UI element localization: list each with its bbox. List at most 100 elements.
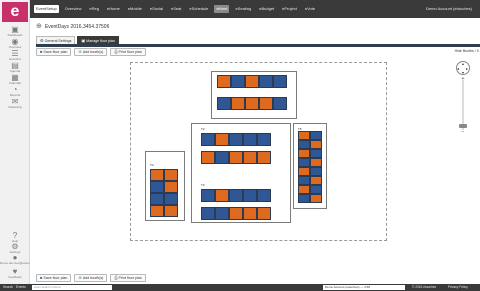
booth[interactable] — [273, 75, 287, 88]
zoom-slider-handle[interactable] — [459, 124, 467, 128]
booth-row-top-2[interactable] — [217, 97, 287, 110]
booth[interactable] — [164, 193, 178, 205]
app-logo[interactable]: e — [2, 2, 28, 22]
booth[interactable] — [229, 207, 243, 220]
rail-item-calendar[interactable]: ▦ Calendar — [0, 74, 30, 86]
top-nav-item[interactable]: eProject — [280, 5, 299, 13]
rail-item-eventlist[interactable]: ☰ Eventlist — [0, 50, 30, 62]
booth[interactable] — [259, 97, 273, 110]
booth-row-mid-2[interactable] — [201, 151, 271, 164]
top-nav-item[interactable]: eBudget — [257, 5, 276, 13]
account-select[interactable]: Demo Account (etouches) — 3.68 — [323, 285, 405, 290]
booth[interactable] — [217, 75, 231, 88]
booth[interactable] — [164, 205, 178, 217]
pan-up-icon[interactable]: ▴ — [462, 62, 464, 66]
top-nav-item[interactable]: eSeat — [169, 5, 183, 13]
booth[interactable] — [231, 75, 245, 88]
pan-right-icon[interactable]: ▸ — [466, 67, 468, 71]
plus-circle-icon[interactable]: ⊕ — [36, 22, 42, 31]
booth[interactable] — [215, 151, 229, 164]
booth[interactable] — [243, 207, 257, 220]
hide-booths-toggle[interactable]: Hide Booths / X — [455, 48, 479, 54]
top-nav-item[interactable]: eSchedule — [187, 5, 210, 13]
top-nav-item[interactable]: eVote — [303, 5, 317, 13]
booth[interactable] — [298, 194, 310, 203]
booth-col-left-2[interactable] — [164, 169, 178, 217]
booth[interactable] — [310, 194, 322, 203]
booth[interactable] — [164, 181, 178, 193]
add-booths-button[interactable]: ⊕Add booth(s) — [74, 48, 108, 56]
booth[interactable] — [243, 189, 257, 202]
booth[interactable] — [257, 207, 271, 220]
booth-col-right-2[interactable] — [310, 131, 322, 203]
booth[interactable] — [150, 181, 164, 193]
print-floor-plan-button-bottom[interactable]: ⎙Print floor plan — [110, 274, 146, 282]
booth[interactable] — [243, 133, 257, 146]
booth[interactable] — [298, 176, 310, 185]
booth[interactable] — [298, 185, 310, 194]
booth[interactable] — [259, 75, 273, 88]
rail-item-overview[interactable]: ◉ Overview — [0, 38, 30, 50]
booth[interactable] — [231, 97, 245, 110]
booth[interactable] — [229, 151, 243, 164]
print-floor-plan-button[interactable]: ⎙Print floor plan — [110, 48, 146, 56]
booth[interactable] — [201, 133, 215, 146]
booth[interactable] — [150, 193, 164, 205]
booth[interactable] — [245, 97, 259, 110]
top-nav-item[interactable]: eMeet — [214, 5, 230, 13]
booth[interactable] — [229, 189, 243, 202]
booth[interactable] — [310, 185, 322, 194]
rail-item-marketing[interactable]: ✉ Marketing — [0, 98, 30, 110]
booth[interactable] — [257, 189, 271, 202]
top-nav-item[interactable]: eMobile — [126, 5, 144, 13]
booth[interactable] — [257, 133, 271, 146]
booth-row-low-1[interactable] — [201, 189, 271, 202]
booth[interactable] — [150, 169, 164, 181]
pan-control[interactable]: ▴ ▾ ◂ ▸ — [456, 61, 470, 75]
tab-general-settings[interactable]: ⚙General Settings — [36, 36, 76, 44]
footer-search-input[interactable]: enter search criteria — [32, 285, 112, 290]
pan-left-icon[interactable]: ◂ — [457, 67, 459, 71]
account-menu[interactable]: Demo Account (etouches) — [426, 5, 472, 13]
booth-row-low-2[interactable] — [201, 207, 271, 220]
booth[interactable] — [298, 149, 310, 158]
privacy-link[interactable]: Privacy Policy — [448, 284, 468, 291]
tab-manage-floor-plan[interactable]: ▣Manage floor plan — [77, 36, 119, 44]
rail-item-agenda[interactable]: ▤ Agenda — [0, 62, 30, 74]
save-floor-plan-button[interactable]: ■Save floor plan — [36, 48, 72, 56]
zoom-slider-track[interactable] — [462, 80, 464, 130]
pan-down-icon[interactable]: ▾ — [462, 71, 464, 75]
booth[interactable] — [310, 176, 322, 185]
booth[interactable] — [298, 158, 310, 167]
booth[interactable] — [229, 133, 243, 146]
booth[interactable] — [215, 189, 229, 202]
booth[interactable] — [298, 167, 310, 176]
booth-col-right-1[interactable] — [298, 131, 310, 203]
zoom-out-button[interactable]: − — [459, 129, 467, 135]
rail-item-user[interactable]: ● Demo.dev dev@etouches.com — [0, 254, 30, 266]
booth[interactable] — [298, 140, 310, 149]
rail-item-reports[interactable]: ◔ Reports — [0, 86, 30, 98]
booth[interactable] — [201, 189, 215, 202]
booth[interactable] — [150, 205, 164, 217]
top-nav-item[interactable]: eHome — [105, 5, 122, 13]
booth[interactable] — [243, 151, 257, 164]
booth[interactable] — [164, 169, 178, 181]
top-nav-item[interactable]: eSocial — [148, 5, 165, 13]
booth-row-mid-1[interactable] — [201, 133, 271, 146]
top-nav-item[interactable]: eReg — [87, 5, 101, 13]
booth[interactable] — [217, 97, 231, 110]
rail-item-feedback[interactable]: ♥ Feedback — [0, 268, 30, 280]
booth[interactable] — [310, 140, 322, 149]
booth[interactable] — [310, 158, 322, 167]
booth[interactable] — [310, 167, 322, 176]
top-nav-item[interactable]: eSeating — [233, 5, 253, 13]
footer-events-label[interactable]: Events — [16, 284, 26, 291]
booth-row-top-1[interactable] — [217, 75, 287, 88]
floor-plan-canvas[interactable]: Table A1 T-1 T2 T3 T4 T5 — [130, 62, 387, 241]
booth[interactable] — [201, 151, 215, 164]
booth[interactable] — [215, 207, 229, 220]
booth[interactable] — [245, 75, 259, 88]
save-floor-plan-button-bottom[interactable]: ■Save floor plan — [36, 274, 72, 282]
footer-search-label[interactable]: Search — [3, 284, 13, 291]
